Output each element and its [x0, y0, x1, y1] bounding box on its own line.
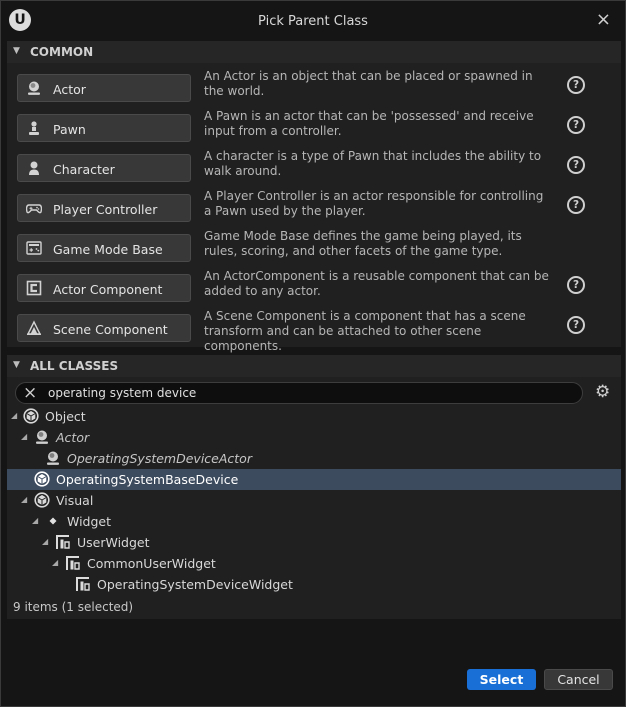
common-row-player-controller: Player Controller A Player Controller is… — [7, 189, 621, 229]
actor-component-icon — [26, 280, 42, 296]
actor-component-button-label: Actor Component — [53, 282, 163, 297]
scene-component-description: A Scene Component is a component that ha… — [204, 309, 526, 353]
tree-item-label: UserWidget — [77, 535, 150, 550]
help-icon[interactable]: ? — [567, 116, 585, 134]
tree-item-label: OperatingSystemDeviceActor — [67, 451, 252, 466]
tree-item-label: OperatingSystemDeviceWidget — [97, 577, 293, 592]
common-row-game-mode-base: Game Mode Base Game Mode Base defines th… — [7, 229, 621, 269]
object-icon — [34, 492, 50, 508]
tree-row[interactable]: ◢ Actor — [7, 427, 621, 448]
common-classes-list: Actor An Actor is an object that can be … — [7, 63, 621, 353]
character-button[interactable]: Character — [17, 154, 191, 182]
game-mode-base-button-label: Game Mode Base — [53, 242, 163, 257]
scene-component-button-label: Scene Component — [53, 322, 168, 337]
actor-icon — [47, 451, 59, 465]
common-row-actor-component: Actor Component An ActorComponent is a r… — [7, 269, 621, 309]
common-row-scene-component: Scene Component A Scene Component is a c… — [7, 309, 621, 353]
tree-item-label: Widget — [67, 514, 112, 529]
actor-component-description: An ActorComponent is a reusable componen… — [204, 269, 549, 298]
expand-arrow-icon[interactable]: ◢ — [42, 537, 48, 546]
expand-arrow-icon[interactable]: ◢ — [52, 558, 58, 567]
actor-icon — [28, 81, 40, 95]
tree-item-label: CommonUserWidget — [87, 556, 216, 571]
class-search-box: × — [15, 382, 583, 404]
user-widget-icon — [76, 577, 90, 591]
all-classes-panel: × ⚙ ◢ Object ◢ Actor — [7, 377, 621, 619]
character-icon — [29, 161, 39, 175]
scene-component-icon — [26, 320, 42, 335]
clear-search-icon[interactable]: × — [23, 383, 37, 403]
user-widget-icon — [66, 556, 80, 570]
all-classes-section-header[interactable]: ▼ ALL CLASSES — [7, 355, 621, 377]
actor-button[interactable]: Actor — [17, 74, 191, 102]
scene-component-button[interactable]: Scene Component — [17, 314, 191, 342]
item-count-status: 9 items (1 selected) — [13, 600, 134, 614]
expand-arrow-icon[interactable]: ◢ — [21, 495, 27, 504]
expand-arrow-icon[interactable]: ◢ — [11, 411, 17, 420]
game-mode-base-button[interactable]: Game Mode Base — [17, 234, 191, 262]
tree-row-selected[interactable]: OperatingSystemBaseDevice — [7, 469, 621, 490]
object-icon — [23, 408, 39, 424]
tree-row[interactable]: ◢ Visual — [7, 490, 621, 511]
pick-parent-class-dialog: U Pick Parent Class × ▼ COMMON Actor An … — [0, 0, 626, 707]
common-section-header[interactable]: ▼ COMMON — [7, 41, 621, 63]
common-section-label: COMMON — [30, 45, 94, 59]
tree-row[interactable]: ◢ Widget — [7, 511, 621, 532]
character-description: A character is a type of Pawn that inclu… — [204, 149, 542, 178]
dialog-title: Pick Parent Class — [258, 14, 368, 29]
help-icon[interactable]: ? — [567, 316, 585, 334]
close-icon[interactable]: × — [596, 9, 611, 30]
game-mode-icon — [26, 241, 42, 255]
title-bar: U Pick Parent Class × — [1, 1, 625, 39]
pawn-icon — [29, 121, 39, 135]
common-row-pawn: Pawn A Pawn is an actor that can be 'pos… — [7, 109, 621, 149]
help-icon[interactable]: ? — [567, 76, 585, 94]
help-icon[interactable]: ? — [567, 156, 585, 174]
collapse-arrow-icon: ▼ — [13, 360, 20, 370]
class-search-input[interactable] — [48, 385, 568, 401]
player-controller-button[interactable]: Player Controller — [17, 194, 191, 222]
select-button[interactable]: Select — [467, 669, 536, 690]
actor-description: An Actor is an object that can be placed… — [204, 69, 533, 98]
expand-arrow-icon[interactable]: ◢ — [21, 432, 27, 441]
all-classes-section-label: ALL CLASSES — [30, 359, 119, 373]
help-icon[interactable]: ? — [567, 276, 585, 294]
widget-diamond-icon — [49, 517, 57, 525]
pawn-button-label: Pawn — [53, 122, 86, 137]
gear-icon[interactable]: ⚙ — [595, 382, 610, 402]
player-controller-description: A Player Controller is an actor responsi… — [204, 189, 544, 218]
tree-row[interactable]: ◢ Object — [7, 406, 621, 427]
object-icon — [34, 471, 50, 487]
actor-component-button[interactable]: Actor Component — [17, 274, 191, 302]
collapse-arrow-icon: ▼ — [13, 46, 20, 56]
tree-item-label: OperatingSystemBaseDevice — [56, 472, 239, 487]
player-controller-button-label: Player Controller — [53, 202, 158, 217]
pawn-button[interactable]: Pawn — [17, 114, 191, 142]
tree-row[interactable]: ◢ UserWidget — [7, 532, 621, 553]
actor-button-label: Actor — [53, 82, 86, 97]
game-mode-base-description: Game Mode Base defines the game being pl… — [204, 229, 522, 258]
gamepad-icon — [26, 204, 42, 214]
expand-arrow-icon[interactable]: ◢ — [32, 516, 38, 525]
actor-icon — [36, 430, 48, 444]
help-icon[interactable]: ? — [567, 196, 585, 214]
tree-item-label: Visual — [56, 493, 94, 508]
cancel-button[interactable]: Cancel — [544, 669, 613, 690]
pawn-description: A Pawn is an actor that can be 'possesse… — [204, 109, 534, 138]
character-button-label: Character — [53, 162, 115, 177]
tree-item-label: Object — [45, 409, 86, 424]
user-widget-icon — [56, 535, 70, 549]
tree-row[interactable]: ◢ CommonUserWidget — [7, 553, 621, 574]
common-row-actor: Actor An Actor is an object that can be … — [7, 69, 621, 109]
tree-row[interactable]: OperatingSystemDeviceWidget — [7, 574, 621, 595]
tree-item-label: Actor — [56, 430, 90, 445]
common-row-character: Character A character is a type of Pawn … — [7, 149, 621, 189]
tree-row[interactable]: OperatingSystemDeviceActor — [7, 448, 621, 469]
